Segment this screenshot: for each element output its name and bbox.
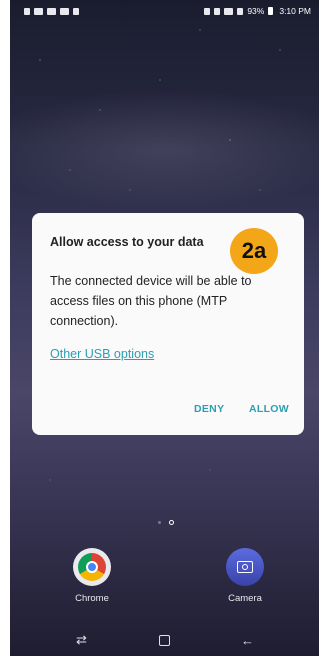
status-bar: 93% 3:10 PM <box>10 0 319 22</box>
dialog-message: The connected device will be able to acc… <box>50 274 252 328</box>
camera-app[interactable]: Camera <box>215 548 275 604</box>
email-icon <box>34 7 43 15</box>
deny-button[interactable]: DENY <box>194 403 224 415</box>
clock: 3:10 PM <box>279 6 311 16</box>
battery-icon <box>268 7 274 15</box>
chrome-app[interactable]: Chrome <box>62 548 122 604</box>
image-icon <box>60 7 69 15</box>
home-icon <box>159 634 170 646</box>
page-indicator <box>158 520 174 525</box>
battery-percent: 93% <box>247 6 265 16</box>
notification-icons <box>24 7 79 15</box>
back-button[interactable]: ← <box>233 628 263 652</box>
nfc-icon <box>204 7 211 15</box>
chrome-icon[interactable] <box>73 548 111 586</box>
other-usb-options-link[interactable]: Other USB options <box>50 347 154 361</box>
notification-icon <box>73 7 79 15</box>
phone-screen: 93% 3:10 PM Allow access to your data Th… <box>10 0 319 656</box>
recent-apps-button[interactable]: ⇄ <box>67 628 97 652</box>
navigation-bar: ⇄ ← <box>10 624 319 656</box>
wifi-icon <box>224 7 234 15</box>
system-icons: 93% 3:10 PM <box>204 6 311 16</box>
camera-icon[interactable] <box>226 548 264 586</box>
allow-button[interactable]: ALLOW <box>249 403 289 415</box>
mute-icon <box>214 7 221 15</box>
home-button[interactable] <box>150 628 180 652</box>
back-icon: ← <box>241 632 254 648</box>
signal-icon <box>237 7 244 15</box>
page-dot <box>158 521 161 524</box>
message-icon <box>47 7 56 15</box>
page-dot-active <box>169 520 174 525</box>
recent-apps-icon: ⇄ <box>76 632 87 647</box>
wallpaper-glow <box>10 90 319 210</box>
missed-call-icon <box>24 7 30 15</box>
step-badge: 2a <box>230 228 278 274</box>
dialog-title: Allow access to your data <box>50 235 204 249</box>
camera-label: Camera <box>228 593 262 604</box>
chrome-label: Chrome <box>75 593 109 604</box>
